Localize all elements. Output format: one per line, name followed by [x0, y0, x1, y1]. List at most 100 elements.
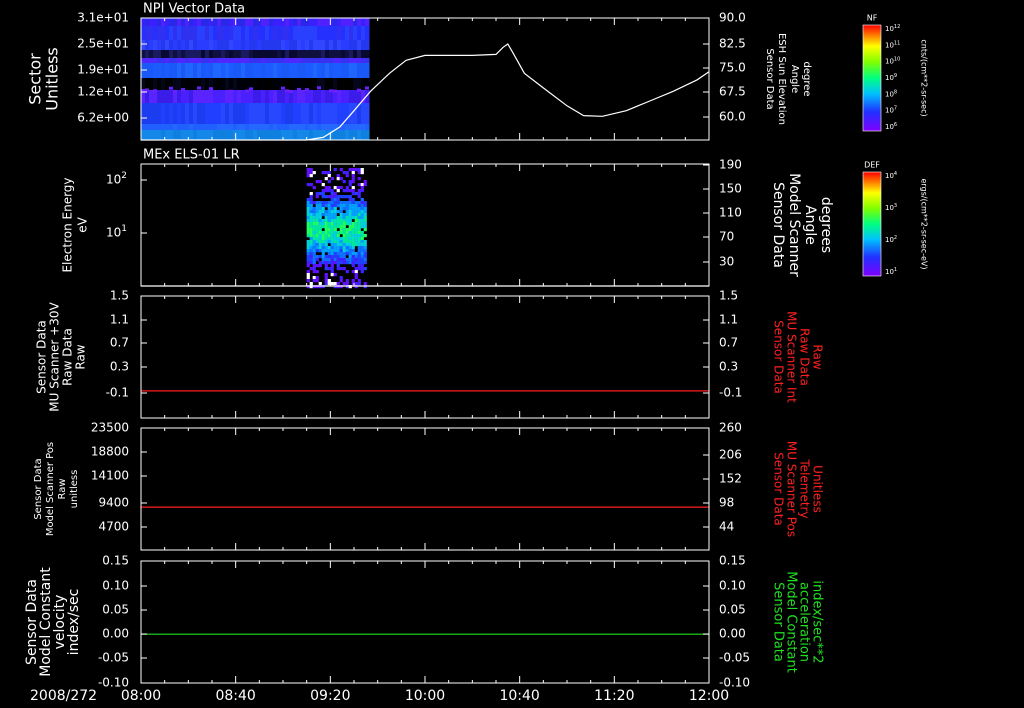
heatmap-cell [189, 58, 194, 63]
heatmap-cell [161, 40, 166, 50]
y2-tick-label: 70 [719, 230, 734, 244]
heatmap-cell [261, 26, 266, 40]
heatmap-cell [309, 213, 313, 217]
heatmap-cell [315, 180, 319, 184]
heatmap-cell [306, 249, 310, 253]
date-label: 2008/272 [30, 688, 97, 704]
heatmap-cell [161, 26, 166, 40]
heatmap-cell [141, 50, 146, 58]
heatmap-cell [177, 50, 182, 58]
heatmap-cell [225, 26, 230, 40]
heatmap-cell [348, 231, 352, 235]
heatmap-cell [325, 90, 330, 103]
y2-tick-label: 75.0 [719, 61, 746, 75]
colorbar-tag: DEF [864, 161, 880, 170]
heatmap-cell [363, 240, 367, 244]
heatmap-cell [321, 192, 325, 196]
heatmap-cell [257, 40, 262, 50]
heatmap-cell [348, 180, 352, 184]
heatmap-cell [301, 124, 306, 130]
heatmap-cell [305, 103, 310, 124]
heatmap-cell [329, 78, 334, 90]
heatmap-cell [333, 255, 337, 259]
heatmap-cell [345, 124, 350, 130]
y2-tick-label: 67.5 [719, 85, 746, 99]
heatmap-cell [333, 222, 337, 226]
heatmap-cell [360, 168, 364, 172]
heatmap-cell [351, 180, 355, 184]
heatmap-cell [337, 103, 342, 124]
y-tick-label: 18800 [91, 445, 129, 459]
heatmap-cell [245, 63, 250, 78]
heatmap-cell [348, 249, 352, 253]
heatmap-cell [141, 103, 146, 124]
heatmap-cell [241, 130, 246, 140]
heatmap-cell [213, 130, 218, 140]
heatmap-cell [327, 255, 331, 259]
heatmap-cell [357, 183, 361, 187]
heatmap-cell [233, 50, 238, 58]
heatmap-cell [351, 246, 355, 250]
heatmap-cell [209, 130, 214, 140]
heatmap-cell [253, 50, 258, 58]
heatmap-cell [141, 26, 146, 40]
heatmap-cell [345, 18, 350, 26]
heatmap-cell [312, 267, 316, 271]
heatmap-cell [297, 124, 302, 130]
heatmap-cell [306, 171, 310, 175]
y-tick-label: 14100 [91, 469, 129, 483]
heatmap-cell [333, 204, 337, 208]
heatmap-cell [197, 103, 202, 124]
heatmap-cell [305, 88, 309, 92]
heatmap-cell [360, 189, 364, 193]
heatmap-cell [357, 234, 361, 238]
heatmap-cell [169, 86, 173, 90]
heatmap-cell [318, 243, 322, 247]
heatmap-cell [357, 204, 361, 208]
heatmap-cell [277, 90, 282, 103]
heatmap-cell [349, 130, 354, 140]
heatmap-cell [285, 130, 290, 140]
heatmap-cell [357, 279, 361, 283]
heatmap-cell [327, 219, 331, 223]
heatmap-cell [342, 189, 346, 193]
heatmap-cell [327, 171, 331, 175]
heatmap-cell [333, 237, 337, 241]
heatmap-cell [289, 130, 294, 140]
heatmap-cell [357, 246, 361, 250]
heatmap-cell [185, 103, 190, 124]
heatmap-cell [213, 103, 218, 124]
heatmap-cell [330, 198, 334, 202]
heatmap-cell [351, 240, 355, 244]
heatmap-cell [209, 50, 214, 58]
heatmap-cell [365, 50, 370, 58]
heatmap-cell [318, 234, 322, 238]
heatmap-cell [185, 124, 190, 130]
heatmap-cell [324, 240, 328, 244]
heatmap-cell [357, 213, 361, 217]
heatmap-cell [324, 231, 328, 235]
heatmap-cell [273, 18, 278, 26]
heatmap-cell [201, 103, 206, 124]
heatmap-cell [193, 40, 198, 50]
heatmap-cell [360, 255, 364, 259]
heatmap-cell [265, 50, 270, 58]
heatmap-cell [149, 130, 154, 140]
heatmap-cell [330, 195, 334, 199]
heatmap-cell [354, 225, 358, 229]
heatmap-cell [249, 18, 254, 26]
heatmap-cell [197, 58, 202, 63]
heatmap-cell [325, 26, 330, 40]
heatmap-cell [173, 63, 178, 78]
y2-tick-label: 60.0 [719, 110, 746, 124]
heatmap-cell [342, 282, 346, 286]
heatmap-cell [189, 63, 194, 78]
heatmap-cell [324, 177, 328, 181]
heatmap-cell [312, 279, 316, 283]
heatmap-cell [345, 234, 349, 238]
heatmap-cell [349, 124, 354, 130]
y2-axis-label: Telemetry [798, 458, 812, 518]
heatmap-cell [312, 276, 316, 280]
heatmap-cell [329, 18, 334, 26]
heatmap-cell [213, 78, 218, 90]
